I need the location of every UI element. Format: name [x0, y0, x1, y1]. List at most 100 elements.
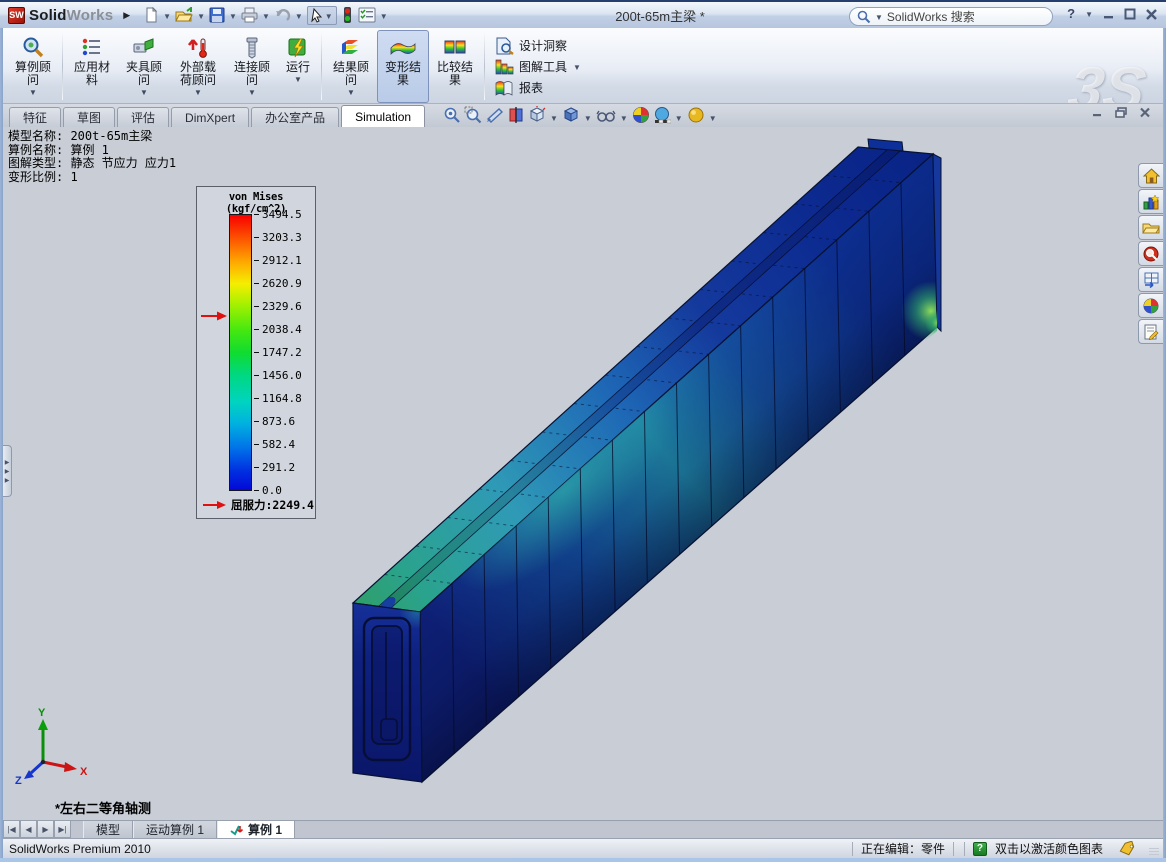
file-explorer-button[interactable] — [1138, 215, 1163, 240]
select-tool-button[interactable]: ▼ — [307, 6, 337, 25]
appearances-button[interactable] — [1138, 293, 1163, 318]
menu-expand-arrow[interactable]: ▶ — [123, 10, 130, 21]
tab-dimxpert[interactable]: DimXpert — [171, 107, 249, 127]
viewport-3d[interactable]: Y X Z — [3, 127, 1163, 820]
deformation-scale-line: 变形比例: 1 — [8, 171, 176, 185]
tab-nav-last[interactable]: ▶| — [54, 821, 71, 838]
display-style-dropdown[interactable]: ▼ — [584, 114, 592, 123]
ribbon-deformed-result[interactable]: 变形结果 — [377, 30, 429, 103]
resources-home-button[interactable] — [1138, 163, 1163, 188]
undo-button[interactable] — [273, 6, 292, 24]
tab-features[interactable]: 特征 — [9, 107, 61, 127]
beam-model[interactable] — [353, 139, 961, 782]
study-advisor-dropdown[interactable]: ▼ — [29, 88, 37, 97]
edit-appearance-icon[interactable] — [632, 106, 650, 124]
checklist-button[interactable] — [357, 6, 377, 24]
quick-tip-icon[interactable]: ? — [973, 842, 987, 856]
tab-office-products[interactable]: 办公室产品 — [251, 107, 339, 127]
fixtures-advisor-dropdown[interactable]: ▼ — [140, 88, 148, 97]
editing-status: 正在编辑：零件 — [861, 840, 945, 857]
section-view-icon[interactable] — [507, 106, 525, 124]
select-dropdown-arrow[interactable]: ▼ — [325, 12, 333, 21]
apply-scene-dropdown[interactable]: ▼ — [675, 114, 683, 123]
search-box[interactable]: ▼ SolidWorks 搜索 — [849, 7, 1053, 26]
close-button[interactable] — [1145, 8, 1158, 20]
save-dropdown-arrow[interactable]: ▼ — [229, 12, 237, 21]
ribbon-report[interactable]: 报表 — [494, 79, 582, 97]
ribbon-connections-advisor[interactable]: 连接顾问 ▼ — [226, 30, 278, 103]
tab-motion-study-1[interactable]: 运动算例 1 — [133, 821, 217, 838]
tags-icon[interactable] — [1117, 841, 1137, 857]
apply-material-icon — [80, 35, 104, 61]
results-advisor-dropdown[interactable]: ▼ — [347, 88, 355, 97]
plot-type-line: 图解类型: 静态 节应力 应力1 — [8, 157, 176, 171]
view-settings-icon[interactable] — [687, 106, 705, 124]
zoom-area-icon[interactable] — [464, 106, 482, 124]
doc-close-button[interactable] — [1139, 107, 1151, 118]
display-style-icon[interactable] — [562, 106, 580, 124]
heads-up-view-toolbar: ▼ ▼ ▼ ▼ ▼ — [443, 106, 718, 124]
yield-strength-label: 屈服力:2249.4 — [231, 497, 314, 513]
zoom-fit-icon[interactable] — [443, 106, 461, 124]
tab-model[interactable]: 模型 — [83, 821, 133, 838]
ribbon-run[interactable]: 运行 ▼ — [278, 30, 318, 103]
view-orientation-icon[interactable] — [528, 106, 546, 124]
hide-show-dropdown[interactable]: ▼ — [620, 114, 628, 123]
ribbon-external-loads[interactable]: 外部载荷顾问 ▼ — [170, 30, 226, 103]
search-scope-arrow[interactable]: ▼ — [875, 13, 883, 22]
open-button[interactable] — [174, 6, 194, 24]
doc-minimize-button[interactable] — [1092, 107, 1103, 118]
window-border-bottom — [0, 858, 1166, 862]
view-settings-dropdown[interactable]: ▼ — [709, 114, 717, 123]
apply-scene-icon[interactable] — [653, 106, 671, 124]
ribbon-results-advisor[interactable]: 结果顾问 ▼ — [325, 30, 377, 103]
custom-properties-button[interactable] — [1138, 319, 1163, 344]
design-library-button[interactable] — [1138, 189, 1163, 214]
tab-nav-first[interactable]: |◀ — [3, 821, 20, 838]
new-dropdown-arrow[interactable]: ▼ — [163, 12, 171, 21]
tab-nav-prev[interactable]: ◀ — [20, 821, 37, 838]
print-dropdown-arrow[interactable]: ▼ — [262, 12, 270, 21]
product-name: SolidWorks Premium 2010 — [3, 842, 844, 856]
ribbon-compare-results[interactable]: 比较结果 — [429, 30, 481, 103]
plot-tools-dropdown[interactable]: ▼ — [573, 63, 581, 72]
tab-nav-next[interactable]: ▶ — [37, 821, 54, 838]
ribbon-fixtures-advisor[interactable]: 夹具顾问 ▼ — [118, 30, 170, 103]
ribbon-plot-tools[interactable]: 图解工具 ▼ — [494, 58, 582, 76]
help-dropdown-arrow[interactable]: ▼ — [1085, 10, 1093, 19]
print-button[interactable] — [240, 6, 259, 24]
ribbon-design-insight[interactable]: 设计洞察 — [494, 37, 582, 55]
previous-view-icon[interactable] — [485, 106, 504, 124]
stress-legend[interactable]: von Mises (kgf/cm^2) 3494.5 3203.3 2912.… — [196, 186, 316, 519]
tab-sketch[interactable]: 草图 — [63, 107, 115, 127]
run-dropdown[interactable]: ▼ — [294, 75, 302, 84]
panel-splitter-handle[interactable]: ▶▶▶ — [3, 445, 12, 497]
ribbon-apply-material[interactable]: 应用材料 — [66, 30, 118, 103]
document-title: 200t-65m主梁 * — [470, 6, 850, 25]
tab-evaluate[interactable]: 评估 — [117, 107, 169, 127]
minimize-button[interactable] — [1103, 8, 1115, 20]
study-tab-bar: |◀ ◀ ▶ ▶| 模型 运动算例 1 算例 1 — [3, 820, 1163, 838]
graphics-area[interactable]: Y X Z 模型名称: 200t-65m主梁 算例名称: 算例 1 图解类型: … — [3, 127, 1163, 820]
ribbon-study-advisor[interactable]: 算例顾问 ▼ — [7, 30, 59, 103]
tab-simulation[interactable]: Simulation — [341, 105, 425, 127]
search-pane-button[interactable] — [1138, 241, 1163, 266]
doc-restore-button[interactable] — [1115, 107, 1127, 118]
resize-grip[interactable] — [1149, 848, 1159, 858]
traffic-light-icon[interactable] — [342, 5, 353, 25]
new-document-button[interactable] — [142, 6, 160, 24]
help-button[interactable]: ? — [1067, 6, 1075, 21]
checklist-dropdown-arrow[interactable]: ▼ — [380, 12, 388, 21]
undo-dropdown-arrow[interactable]: ▼ — [295, 12, 303, 21]
open-dropdown-arrow[interactable]: ▼ — [197, 12, 205, 21]
maximize-button[interactable] — [1124, 8, 1136, 20]
tab-study-1[interactable]: 算例 1 — [217, 821, 295, 838]
save-button[interactable] — [208, 6, 226, 24]
view-orientation-dropdown[interactable]: ▼ — [550, 114, 558, 123]
hide-show-items-icon[interactable] — [596, 106, 616, 124]
study-advisor-icon — [21, 35, 45, 61]
external-loads-dropdown[interactable]: ▼ — [194, 88, 202, 97]
app-logo[interactable]: SW SolidWorks — [0, 7, 119, 24]
view-palette-button[interactable] — [1138, 267, 1163, 292]
connections-advisor-dropdown[interactable]: ▼ — [248, 88, 256, 97]
